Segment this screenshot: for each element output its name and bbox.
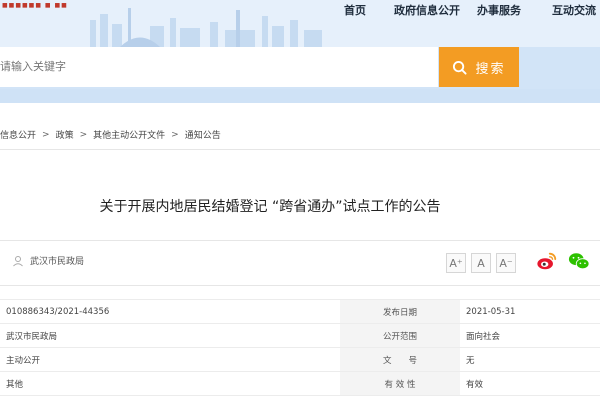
section-divider — [0, 240, 600, 241]
table-row: 010886343/2021-44356 发布日期 2021-05-31 — [0, 299, 600, 324]
site-header: ■■■■■■ ■ ■■ 首页 政府信息公开 办事服务 互动交流 搜索 — [0, 0, 600, 103]
breadcrumb-other-files[interactable]: 其他主动公开文件 — [93, 128, 165, 141]
section-divider — [0, 285, 600, 286]
search-button[interactable]: 搜索 — [439, 47, 519, 87]
document-number-label: 文 号 — [340, 347, 460, 372]
search-button-label: 搜索 — [475, 60, 506, 76]
breadcrumb-policy[interactable]: 政策 — [56, 128, 74, 141]
publish-date-value: 2021-05-31 — [460, 299, 600, 324]
search-icon — [453, 60, 468, 75]
nav-gov-info[interactable]: 政府信息公开 — [394, 2, 460, 18]
site-logo[interactable]: ■■■■■■ ■ ■■ — [0, 0, 70, 16]
breadcrumb-separator: > — [42, 129, 50, 140]
table-row: 主动公开 文 号 无 — [0, 347, 600, 372]
font-size-tools: A⁺ A A⁻ — [446, 253, 516, 273]
nav-home[interactable]: 首页 — [344, 2, 366, 18]
document-info-table: 010886343/2021-44356 发布日期 2021-05-31 武汉市… — [0, 299, 600, 396]
table-row: 其他 有 效 性 有效 — [0, 371, 600, 396]
document-number-value: 无 — [460, 347, 600, 372]
publisher-info: 武汉市民政局 — [12, 254, 84, 267]
section-divider — [0, 149, 600, 150]
main-nav: 首页 政府信息公开 办事服务 互动交流 — [340, 2, 600, 18]
category: 其他 — [0, 371, 340, 396]
site-logo-text: ■■■■■■ ■ ■■ — [2, 2, 68, 9]
share-buttons — [536, 250, 590, 272]
nav-interaction[interactable]: 互动交流 — [552, 2, 596, 18]
validity-value: 有效 — [460, 371, 600, 396]
disclosure-type: 主动公开 — [0, 347, 340, 372]
page-title: 关于开展内地居民结婚登记 “跨省通办”试点工作的公告 — [99, 199, 441, 215]
nav-services[interactable]: 办事服务 — [477, 2, 521, 18]
breadcrumb-separator: > — [79, 129, 88, 140]
issuing-agency: 武汉市民政局 — [0, 323, 340, 348]
breadcrumb-separator: > — [171, 129, 179, 140]
publish-date-label: 发布日期 — [340, 299, 460, 324]
breadcrumb-info-public[interactable]: 信息公开 — [0, 128, 36, 141]
weibo-icon[interactable] — [536, 250, 558, 272]
validity-label: 有 效 性 — [340, 371, 460, 396]
font-default-button[interactable]: A — [471, 253, 491, 273]
table-row: 武汉市民政局 公开范围 面向社会 — [0, 323, 600, 348]
scope-label: 公开范围 — [340, 323, 460, 348]
search-bar: 搜索 — [0, 47, 600, 89]
font-increase-button[interactable]: A⁺ — [446, 253, 466, 273]
breadcrumb-notices[interactable]: 通知公告 — [185, 128, 221, 141]
search-input[interactable] — [0, 47, 438, 87]
scope-value: 面向社会 — [460, 323, 600, 348]
font-decrease-button[interactable]: A⁻ — [496, 253, 516, 273]
index-number: 010886343/2021-44356 — [0, 299, 340, 324]
wechat-icon[interactable] — [568, 250, 590, 272]
breadcrumb: 信息公开 > 政策 > 其他主动公开文件 > 通知公告 — [0, 128, 221, 142]
user-icon — [13, 255, 23, 266]
publisher-name: 武汉市民政局 — [30, 257, 85, 267]
